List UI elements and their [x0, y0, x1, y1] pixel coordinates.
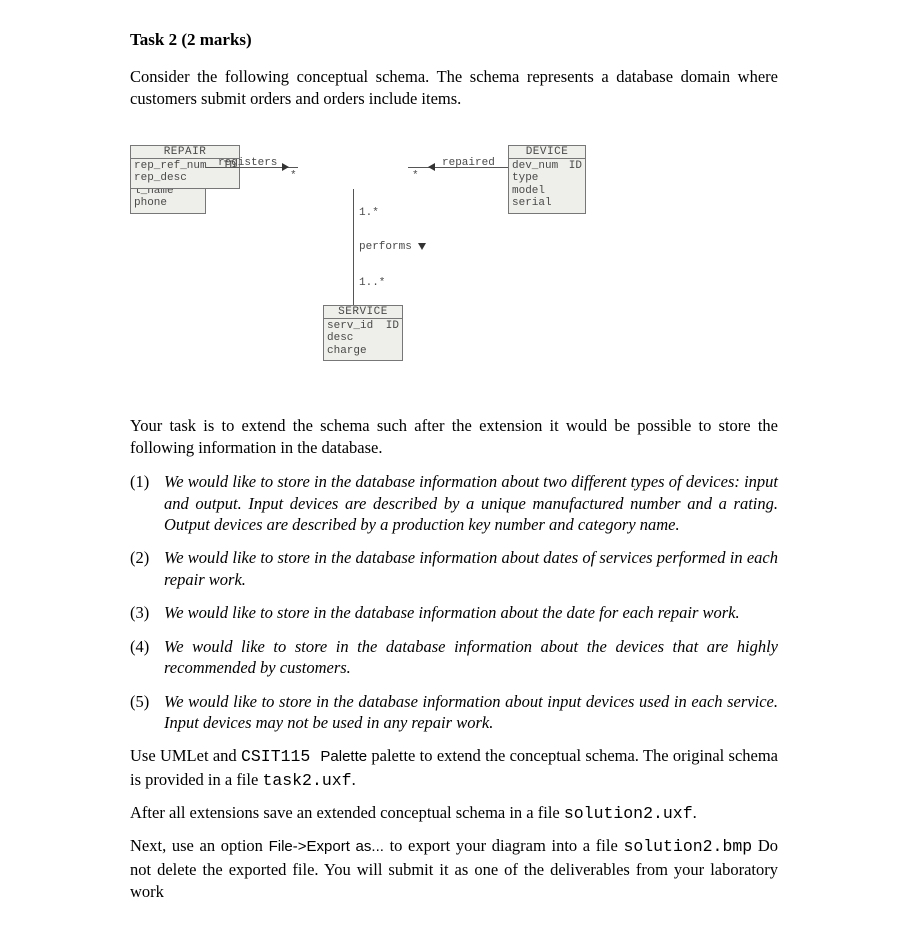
multiplicity-star: *	[412, 170, 419, 182]
intro-paragraph: Consider the following conceptual schema…	[130, 66, 778, 111]
dot: .	[693, 803, 697, 822]
attr: phone	[134, 197, 167, 210]
attr: charge	[327, 345, 367, 358]
attr: serial	[512, 197, 552, 210]
solution2-bmp: solution2.bmp	[623, 837, 752, 856]
req-4: We would like to store in the database i…	[130, 636, 778, 679]
req-2: We would like to store in the database i…	[130, 547, 778, 590]
req-text: We would like to store in the database i…	[164, 692, 778, 732]
attr: rep_ref_num	[134, 160, 207, 173]
entity-service-header: SERVICE	[324, 306, 402, 319]
task2-file: task2.uxf	[262, 771, 351, 790]
arrow-down-icon	[418, 243, 426, 250]
export-menu-path: File->Export as...	[269, 838, 384, 855]
txt: to export your diagram into a file	[384, 836, 624, 855]
save-para: After all extensions save an extended co…	[130, 802, 778, 825]
entity-service: SERVICE serv_id ID desc charge	[323, 305, 403, 362]
task-lead: Your task is to extend the schema such a…	[130, 415, 778, 460]
multiplicity-star: *	[290, 170, 297, 182]
use-umlet-para: Use UMLet and CSIT115 Palette palette to…	[130, 745, 778, 792]
attr: model	[512, 185, 545, 198]
entity-device-header: DEVICE	[509, 146, 585, 159]
arrow-right-icon	[282, 163, 289, 171]
solution2-uxf: solution2.uxf	[564, 804, 693, 823]
id-tag: ID	[386, 320, 399, 333]
entity-device: DEVICE dev_num ID type model serial	[508, 145, 586, 215]
req-5: We would like to store in the database i…	[130, 691, 778, 734]
export-para: Next, use an option File->Export as... t…	[130, 835, 778, 903]
rel-repaired-label: repaired	[442, 157, 495, 169]
txt: Next, use an option	[130, 836, 269, 855]
id-tag: ID	[569, 160, 582, 173]
mult-top: 1.*	[359, 207, 379, 219]
requirements-list: We would like to store in the database i…	[130, 471, 778, 733]
txt: After all extensions save an extended co…	[130, 803, 564, 822]
dot: .	[352, 770, 356, 789]
rel-registers-label: registers	[218, 157, 277, 169]
txt: Use UMLet and	[130, 746, 241, 765]
attr: desc	[327, 332, 353, 345]
req-text: We would like to store in the database i…	[164, 548, 778, 588]
req-text: We would like to store in the database i…	[164, 637, 778, 677]
attr: serv_id	[327, 320, 373, 333]
arrow-left-icon	[428, 163, 435, 171]
page: Task 2 (2 marks) Consider the following …	[0, 0, 898, 943]
rel-performs-label: performs	[359, 241, 412, 253]
task-title: Task 2 (2 marks)	[130, 30, 778, 50]
assoc-line	[353, 189, 354, 305]
attr: dev_num	[512, 160, 558, 173]
req-3: We would like to store in the database i…	[130, 602, 778, 623]
er-diagram: CUSTOMER codeID f_name l_name phone REPA…	[130, 145, 778, 375]
palette-label: Palette	[320, 748, 367, 765]
req-1: We would like to store in the database i…	[130, 471, 778, 535]
req-text: We would like to store in the database i…	[164, 603, 740, 622]
csit-code: CSIT115	[241, 747, 320, 766]
req-text: We would like to store in the database i…	[164, 472, 778, 534]
mult-bot: 1..*	[359, 277, 385, 289]
attr: type	[512, 172, 538, 185]
attr: rep_desc	[134, 172, 187, 185]
